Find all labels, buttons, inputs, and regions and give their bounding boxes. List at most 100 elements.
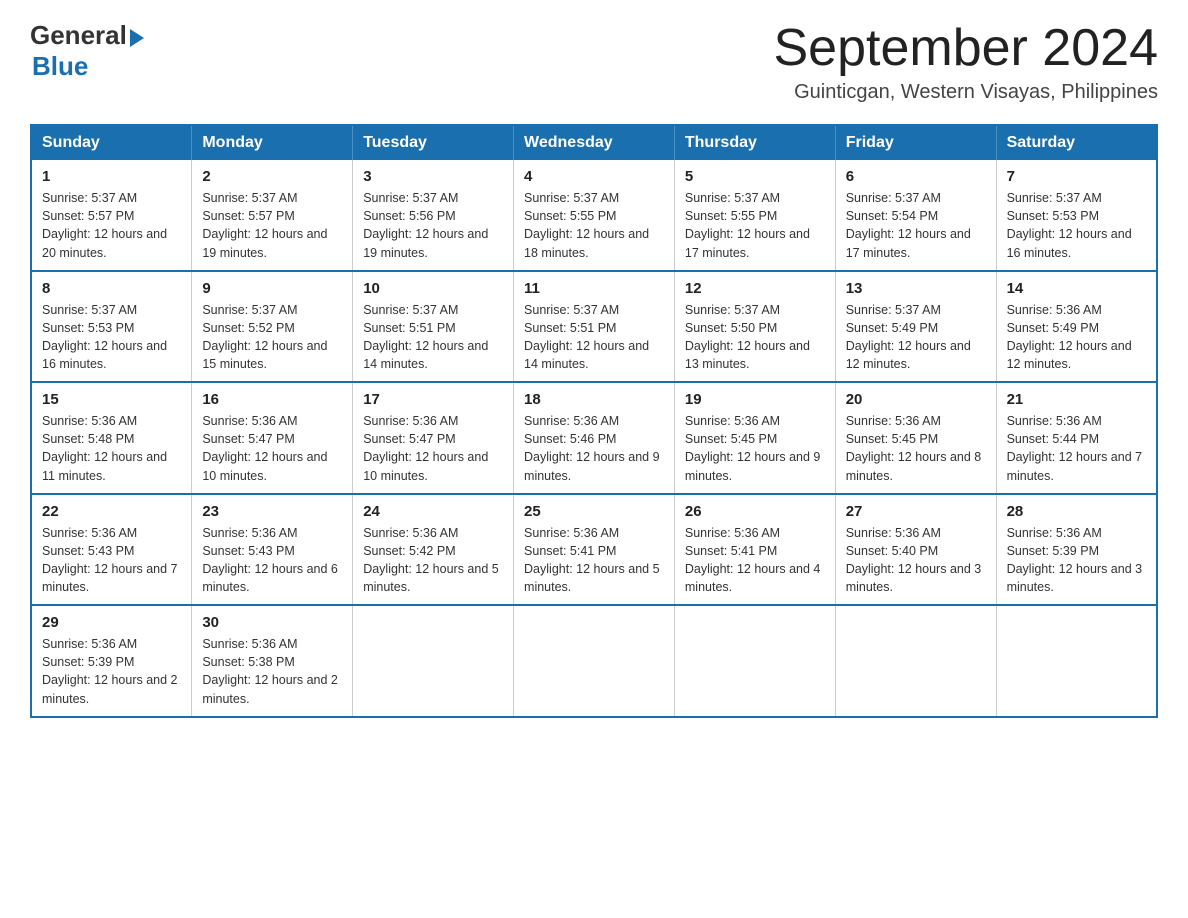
calendar-cell: 27 Sunrise: 5:36 AMSunset: 5:40 PMDaylig… [835,494,996,606]
day-info: Sunrise: 5:36 AMSunset: 5:38 PMDaylight:… [202,635,342,708]
weekday-header-row: SundayMondayTuesdayWednesdayThursdayFrid… [31,125,1157,160]
calendar-cell: 13 Sunrise: 5:37 AMSunset: 5:49 PMDaylig… [835,271,996,383]
calendar-cell: 9 Sunrise: 5:37 AMSunset: 5:52 PMDayligh… [192,271,353,383]
day-number: 12 [685,280,825,297]
day-info: Sunrise: 5:37 AMSunset: 5:49 PMDaylight:… [846,301,986,374]
calendar-cell [514,605,675,717]
calendar-cell: 1 Sunrise: 5:37 AMSunset: 5:57 PMDayligh… [31,160,192,271]
day-info: Sunrise: 5:36 AMSunset: 5:41 PMDaylight:… [685,524,825,597]
weekday-header-sunday: Sunday [31,125,192,160]
calendar-cell: 24 Sunrise: 5:36 AMSunset: 5:42 PMDaylig… [353,494,514,606]
calendar-cell: 3 Sunrise: 5:37 AMSunset: 5:56 PMDayligh… [353,160,514,271]
day-number: 17 [363,391,503,408]
day-number: 16 [202,391,342,408]
calendar-cell: 29 Sunrise: 5:36 AMSunset: 5:39 PMDaylig… [31,605,192,717]
day-number: 15 [42,391,181,408]
day-number: 11 [524,280,664,297]
calendar-cell: 8 Sunrise: 5:37 AMSunset: 5:53 PMDayligh… [31,271,192,383]
calendar-cell: 18 Sunrise: 5:36 AMSunset: 5:46 PMDaylig… [514,382,675,494]
weekday-header-tuesday: Tuesday [353,125,514,160]
calendar-week-row: 1 Sunrise: 5:37 AMSunset: 5:57 PMDayligh… [31,160,1157,271]
day-info: Sunrise: 5:37 AMSunset: 5:54 PMDaylight:… [846,189,986,262]
day-number: 18 [524,391,664,408]
day-number: 24 [363,503,503,520]
day-number: 7 [1007,168,1146,185]
day-number: 2 [202,168,342,185]
day-number: 19 [685,391,825,408]
calendar-cell: 25 Sunrise: 5:36 AMSunset: 5:41 PMDaylig… [514,494,675,606]
day-info: Sunrise: 5:36 AMSunset: 5:41 PMDaylight:… [524,524,664,597]
calendar-cell: 19 Sunrise: 5:36 AMSunset: 5:45 PMDaylig… [674,382,835,494]
calendar-cell: 30 Sunrise: 5:36 AMSunset: 5:38 PMDaylig… [192,605,353,717]
calendar-cell [353,605,514,717]
day-info: Sunrise: 5:36 AMSunset: 5:39 PMDaylight:… [1007,524,1146,597]
logo: General Blue [30,20,144,82]
calendar-cell: 11 Sunrise: 5:37 AMSunset: 5:51 PMDaylig… [514,271,675,383]
day-info: Sunrise: 5:37 AMSunset: 5:52 PMDaylight:… [202,301,342,374]
calendar-cell: 14 Sunrise: 5:36 AMSunset: 5:49 PMDaylig… [996,271,1157,383]
calendar-cell [996,605,1157,717]
day-number: 26 [685,503,825,520]
day-number: 1 [42,168,181,185]
day-number: 4 [524,168,664,185]
day-number: 13 [846,280,986,297]
calendar-cell: 12 Sunrise: 5:37 AMSunset: 5:50 PMDaylig… [674,271,835,383]
calendar-cell: 21 Sunrise: 5:36 AMSunset: 5:44 PMDaylig… [996,382,1157,494]
day-number: 9 [202,280,342,297]
day-info: Sunrise: 5:37 AMSunset: 5:53 PMDaylight:… [1007,189,1146,262]
day-info: Sunrise: 5:37 AMSunset: 5:51 PMDaylight:… [524,301,664,374]
weekday-header-saturday: Saturday [996,125,1157,160]
day-info: Sunrise: 5:36 AMSunset: 5:44 PMDaylight:… [1007,412,1146,485]
day-info: Sunrise: 5:36 AMSunset: 5:48 PMDaylight:… [42,412,181,485]
day-info: Sunrise: 5:36 AMSunset: 5:47 PMDaylight:… [363,412,503,485]
day-number: 8 [42,280,181,297]
day-number: 23 [202,503,342,520]
calendar-week-row: 29 Sunrise: 5:36 AMSunset: 5:39 PMDaylig… [31,605,1157,717]
calendar-cell: 6 Sunrise: 5:37 AMSunset: 5:54 PMDayligh… [835,160,996,271]
day-number: 14 [1007,280,1146,297]
calendar-cell: 16 Sunrise: 5:36 AMSunset: 5:47 PMDaylig… [192,382,353,494]
day-number: 20 [846,391,986,408]
calendar-cell: 17 Sunrise: 5:36 AMSunset: 5:47 PMDaylig… [353,382,514,494]
day-number: 6 [846,168,986,185]
calendar-cell: 10 Sunrise: 5:37 AMSunset: 5:51 PMDaylig… [353,271,514,383]
day-info: Sunrise: 5:36 AMSunset: 5:49 PMDaylight:… [1007,301,1146,374]
day-number: 27 [846,503,986,520]
day-info: Sunrise: 5:36 AMSunset: 5:45 PMDaylight:… [685,412,825,485]
calendar-week-row: 22 Sunrise: 5:36 AMSunset: 5:43 PMDaylig… [31,494,1157,606]
logo-triangle-icon [130,29,144,47]
calendar-cell: 26 Sunrise: 5:36 AMSunset: 5:41 PMDaylig… [674,494,835,606]
location-title: Guinticgan, Western Visayas, Philippines [774,81,1159,104]
page-header: General Blue September 2024 Guinticgan, … [30,20,1158,104]
day-number: 25 [524,503,664,520]
calendar-cell: 20 Sunrise: 5:36 AMSunset: 5:45 PMDaylig… [835,382,996,494]
day-info: Sunrise: 5:37 AMSunset: 5:57 PMDaylight:… [202,189,342,262]
day-info: Sunrise: 5:37 AMSunset: 5:55 PMDaylight:… [524,189,664,262]
day-info: Sunrise: 5:36 AMSunset: 5:43 PMDaylight:… [42,524,181,597]
calendar-cell [835,605,996,717]
logo-general-text: General [30,20,127,51]
day-number: 21 [1007,391,1146,408]
day-info: Sunrise: 5:37 AMSunset: 5:55 PMDaylight:… [685,189,825,262]
calendar-cell: 5 Sunrise: 5:37 AMSunset: 5:55 PMDayligh… [674,160,835,271]
weekday-header-monday: Monday [192,125,353,160]
calendar-cell: 7 Sunrise: 5:37 AMSunset: 5:53 PMDayligh… [996,160,1157,271]
calendar-table: SundayMondayTuesdayWednesdayThursdayFrid… [30,124,1158,718]
day-info: Sunrise: 5:36 AMSunset: 5:45 PMDaylight:… [846,412,986,485]
calendar-cell: 28 Sunrise: 5:36 AMSunset: 5:39 PMDaylig… [996,494,1157,606]
day-info: Sunrise: 5:36 AMSunset: 5:46 PMDaylight:… [524,412,664,485]
title-area: September 2024 Guinticgan, Western Visay… [774,20,1159,104]
logo-blue-text: Blue [32,51,88,82]
day-info: Sunrise: 5:37 AMSunset: 5:56 PMDaylight:… [363,189,503,262]
calendar-cell: 2 Sunrise: 5:37 AMSunset: 5:57 PMDayligh… [192,160,353,271]
calendar-week-row: 15 Sunrise: 5:36 AMSunset: 5:48 PMDaylig… [31,382,1157,494]
day-info: Sunrise: 5:36 AMSunset: 5:42 PMDaylight:… [363,524,503,597]
calendar-cell [674,605,835,717]
day-info: Sunrise: 5:36 AMSunset: 5:47 PMDaylight:… [202,412,342,485]
calendar-cell: 23 Sunrise: 5:36 AMSunset: 5:43 PMDaylig… [192,494,353,606]
month-title: September 2024 [774,20,1159,77]
weekday-header-thursday: Thursday [674,125,835,160]
day-info: Sunrise: 5:36 AMSunset: 5:40 PMDaylight:… [846,524,986,597]
day-info: Sunrise: 5:37 AMSunset: 5:50 PMDaylight:… [685,301,825,374]
day-info: Sunrise: 5:36 AMSunset: 5:43 PMDaylight:… [202,524,342,597]
